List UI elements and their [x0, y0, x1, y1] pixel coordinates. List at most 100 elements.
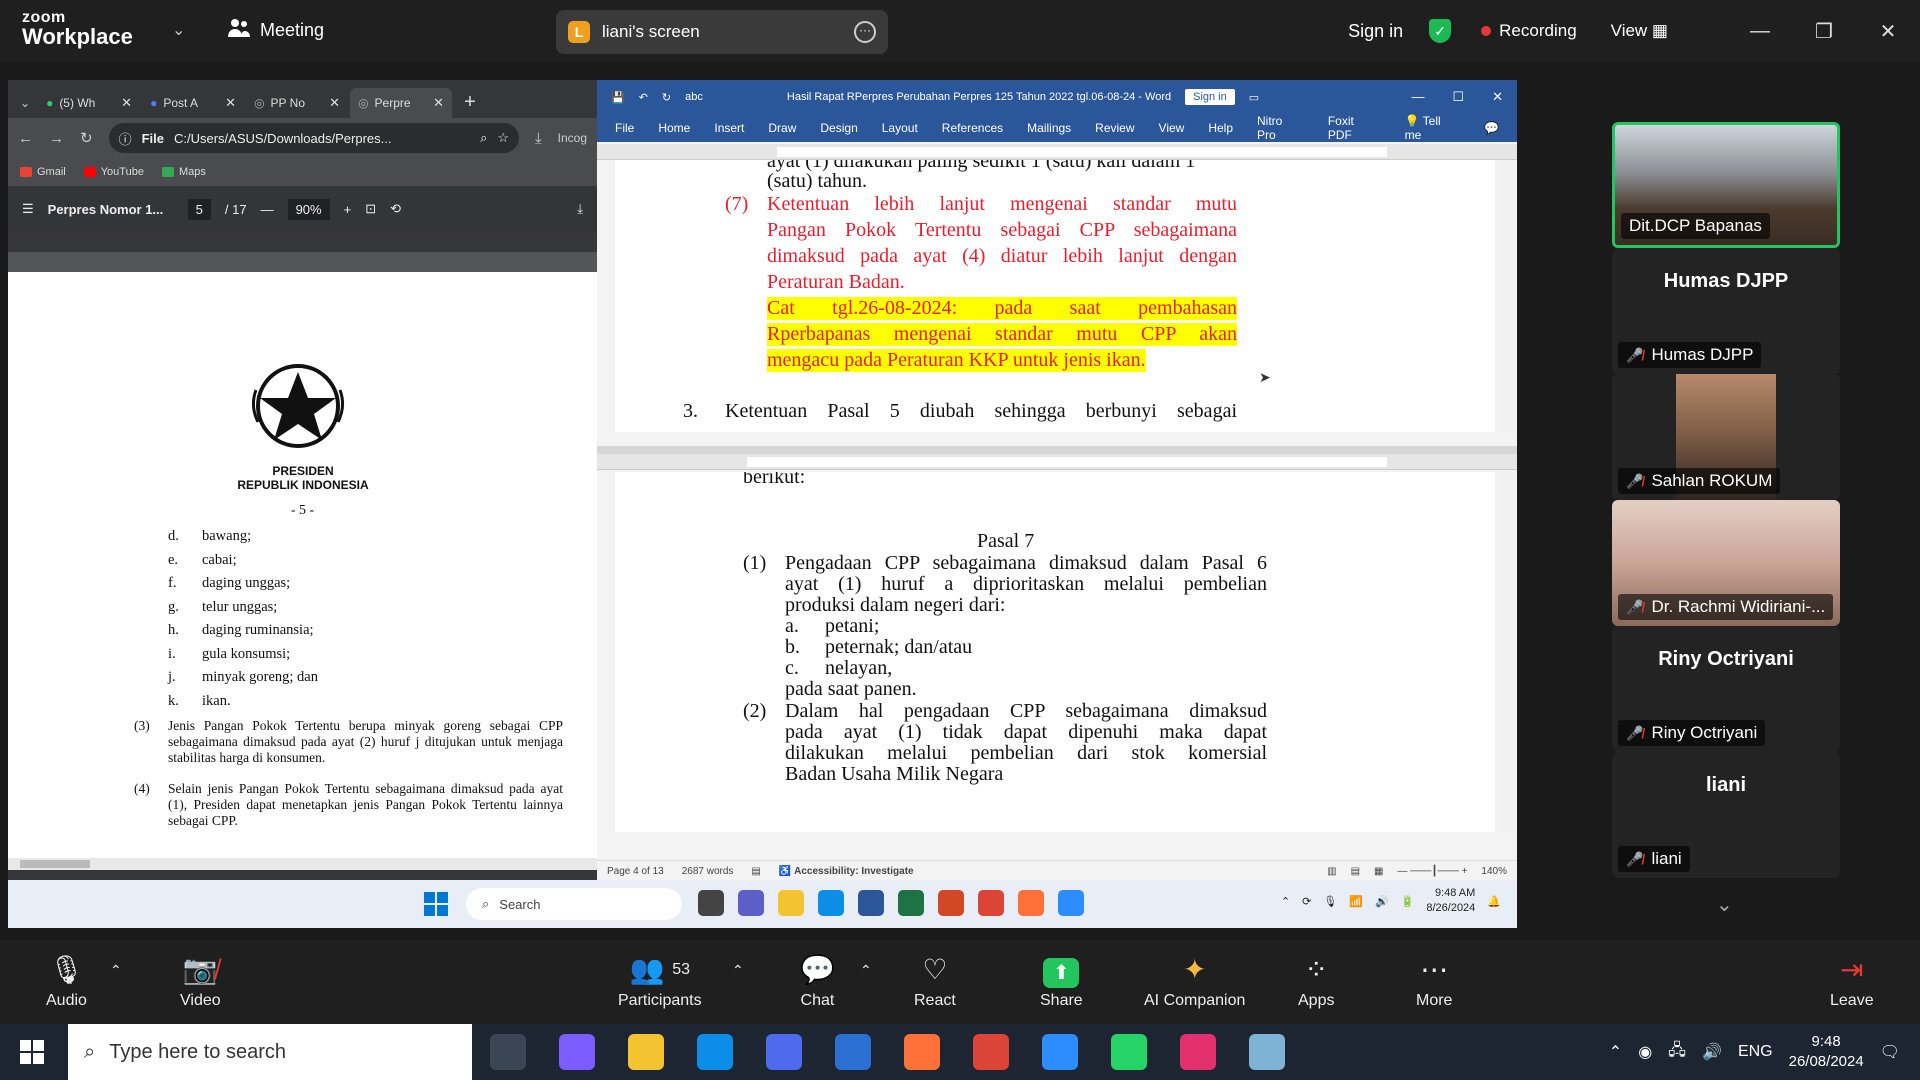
zoom-lens-icon[interactable]: ⌕ [480, 130, 487, 146]
task-view-icon[interactable] [698, 890, 724, 916]
shared-screen-indicator[interactable]: L liani's screen ··· [556, 10, 888, 54]
browser-tab[interactable]: ● (5) Wh ✕ [38, 88, 140, 118]
ai-companion-button[interactable]: ✦ AI Companion [1144, 950, 1245, 1010]
taskbar-search-box[interactable]: ⌕ Search [466, 888, 682, 920]
word-maximize-icon[interactable]: ☐ [1452, 89, 1464, 105]
edge-icon[interactable] [818, 890, 844, 916]
word-count[interactable]: 2687 words [682, 866, 734, 877]
close-tab-icon[interactable]: ✕ [225, 95, 236, 111]
word-minimize-icon[interactable]: — [1411, 89, 1424, 105]
copilot-icon[interactable] [559, 1034, 595, 1070]
participant-tile[interactable]: Humas DJPP 🎤̸ Humas DJPP [1612, 248, 1840, 374]
mail-icon[interactable] [835, 1034, 871, 1070]
volume-icon[interactable]: 🔊 [1375, 895, 1389, 908]
web-layout-icon[interactable]: ▦ [1374, 866, 1383, 877]
incognito-indicator[interactable]: Incog [558, 131, 587, 145]
menu-icon[interactable]: ☰ [22, 201, 34, 217]
task-view-icon[interactable] [490, 1034, 526, 1070]
zoom-out-icon[interactable]: — [261, 202, 274, 217]
zoom-in-icon[interactable]: + [344, 202, 352, 217]
edge-icon[interactable] [697, 1034, 733, 1070]
page-count[interactable]: Page 4 of 13 [607, 866, 664, 877]
participant-tile[interactable]: 🎤̸ Sahlan ROKUM [1612, 374, 1840, 500]
whatsapp-icon[interactable] [1111, 1034, 1147, 1070]
document-pane-top[interactable]: ayat (1) dilakukan paling sedikit 1 (sat… [615, 160, 1495, 432]
audio-button[interactable]: 🎙 Audio [46, 950, 87, 1010]
tab-search-icon[interactable]: ⌄ [14, 96, 36, 118]
participant-tile[interactable]: 🎤̸ Dr. Rachmi Widiriani-... [1612, 500, 1840, 626]
notepad-icon[interactable] [1249, 1034, 1285, 1070]
windows-start-icon[interactable] [20, 1040, 44, 1064]
restore-icon[interactable]: ❐ [1792, 19, 1856, 44]
chat-chevron-icon[interactable]: ⌃ [860, 962, 872, 979]
security-shield-icon[interactable]: ✓ [1429, 19, 1452, 43]
tab-draw[interactable]: Draw [768, 121, 796, 135]
chat-button[interactable]: 💬 Chat [800, 950, 835, 1010]
zoom-app-icon[interactable] [1042, 1034, 1078, 1070]
zoom-tray-icon[interactable]: ◉ [1638, 1042, 1652, 1062]
minimize-icon[interactable]: — [1728, 20, 1792, 43]
instagram-icon[interactable] [1180, 1034, 1216, 1070]
accessibility-status[interactable]: ♿ Accessibility: Investigate [779, 866, 914, 877]
page-number-input[interactable]: 5 [187, 198, 211, 220]
mic-icon[interactable]: 🎙 [1323, 895, 1337, 908]
horizontal-scrollbar[interactable] [8, 858, 597, 870]
chevron-down-icon[interactable]: ⌄ [1716, 892, 1733, 917]
zoom-slider[interactable]: — ───┃─── + [1397, 866, 1467, 877]
apps-button[interactable]: ⁘ Apps [1298, 950, 1334, 1010]
tray-expand-icon[interactable]: ⌃ [1609, 1042, 1622, 1062]
participant-tile[interactable]: Dit.DCP Bapanas [1612, 122, 1840, 248]
close-tab-icon[interactable]: ✕ [329, 95, 340, 111]
meeting-button[interactable]: Meeting [228, 18, 324, 43]
horizontal-ruler-bottom[interactable] [597, 454, 1517, 470]
redo-icon[interactable]: ↻ [662, 91, 671, 104]
split-bar[interactable] [597, 446, 1517, 454]
tab-review[interactable]: Review [1095, 121, 1134, 135]
firefox-icon[interactable] [904, 1034, 940, 1070]
zoom-level-input[interactable]: 90% [287, 198, 330, 220]
close-tab-icon[interactable]: ✕ [433, 95, 444, 111]
language-indicator[interactable]: ENG [1738, 1043, 1773, 1061]
chrome-icon[interactable] [973, 1034, 1009, 1070]
shared-clock[interactable]: 9:48 AM 8/26/2024 [1426, 886, 1475, 916]
tab-insert[interactable]: Insert [714, 121, 744, 135]
leave-button[interactable]: ⇥ Leave [1830, 950, 1874, 1010]
react-button[interactable]: ♡ React [914, 950, 956, 1010]
network-icon[interactable]: 🖧 [1668, 1039, 1686, 1066]
tab-home[interactable]: Home [658, 121, 690, 135]
participants-button[interactable]: 👥 53 Participants [618, 950, 702, 1010]
word-icon[interactable] [858, 890, 884, 916]
share-button[interactable]: ⬆ Share [1040, 950, 1083, 1010]
wifi-icon[interactable]: 📶 [1349, 895, 1363, 908]
participant-tile[interactable]: liani 🎤̸ liani [1612, 752, 1840, 878]
tab-references[interactable]: References [942, 121, 1003, 135]
recording-indicator[interactable]: Recording [1499, 21, 1577, 41]
more-button[interactable]: ⋯ More [1416, 950, 1452, 1010]
more-options-icon[interactable]: ··· [854, 21, 876, 43]
bookmark-youtube[interactable]: YouTube [83, 166, 144, 178]
forward-icon[interactable]: → [49, 130, 64, 147]
comments-icon[interactable]: 💬 [1484, 121, 1499, 135]
close-tab-icon[interactable]: ✕ [121, 95, 132, 111]
new-tab-icon[interactable]: + [454, 91, 486, 118]
participants-chevron-icon[interactable]: ⌃ [732, 962, 744, 979]
tab-design[interactable]: Design [820, 121, 857, 135]
video-button[interactable]: 📷̸ Video [180, 950, 221, 1010]
battery-icon[interactable]: 🔋 [1401, 895, 1415, 908]
tab-mailings[interactable]: Mailings [1027, 121, 1071, 135]
participant-tile[interactable]: Riny Octriyani 🎤̸ Riny Octriyani [1612, 626, 1840, 752]
host-search-box[interactable]: ⌕ Type here to search [68, 1024, 472, 1080]
proofing-icon[interactable]: ▤ [751, 866, 760, 877]
rotate-icon[interactable]: ⟲ [390, 201, 401, 217]
horizontal-ruler-top[interactable] [597, 144, 1517, 160]
file-explorer-icon[interactable] [778, 890, 804, 916]
windows-start-icon[interactable] [424, 892, 448, 916]
chrome-icon[interactable] [978, 890, 1004, 916]
audio-options-chevron-icon[interactable]: ⌃ [110, 962, 122, 979]
close-icon[interactable]: ✕ [1856, 19, 1920, 44]
tell-me-search[interactable]: 💡 Tell me [1405, 114, 1460, 142]
save-icon[interactable]: 💾 [611, 91, 625, 104]
tab-nitro-pro[interactable]: Nitro Pro [1257, 114, 1304, 142]
tab-help[interactable]: Help [1208, 121, 1233, 135]
chevron-down-icon[interactable]: ⌄ [172, 20, 185, 40]
